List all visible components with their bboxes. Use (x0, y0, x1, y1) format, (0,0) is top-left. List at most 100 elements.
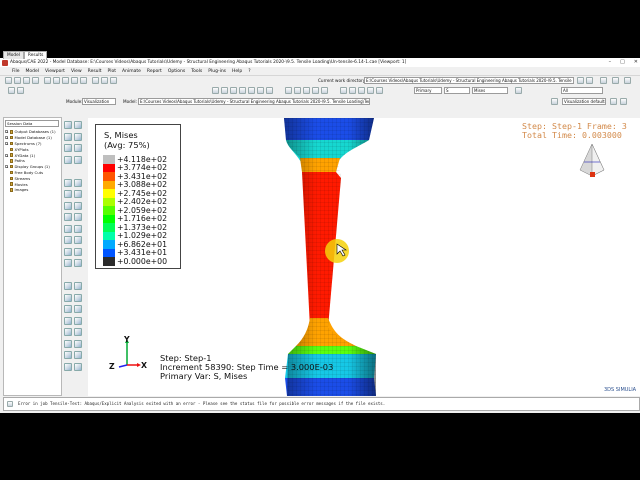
menu-plot[interactable]: Plot (108, 69, 116, 74)
zoom-box-icon[interactable] (71, 77, 78, 84)
expand-icon[interactable] (5, 183, 8, 186)
toolbox-tool-icon[interactable] (74, 305, 82, 313)
toolbox-tool-icon[interactable] (74, 224, 82, 233)
toolbox-tool-icon[interactable] (64, 247, 72, 256)
pan-icon[interactable] (44, 77, 51, 84)
menu-result[interactable]: Result (88, 69, 102, 74)
render-icon[interactable] (92, 77, 99, 84)
home-icon[interactable] (586, 77, 593, 84)
plot-material-icon[interactable] (376, 87, 383, 94)
model-select[interactable]: E:\Courses Videos\Abaqus Tutorials\Udemy… (138, 98, 370, 105)
module-select[interactable]: Visualization (82, 98, 116, 105)
toolbox-tool-icon[interactable] (64, 282, 72, 290)
toolbox-tool-icon[interactable] (64, 190, 72, 198)
toolbox-tool-icon[interactable] (64, 293, 72, 302)
message-icon[interactable] (7, 401, 13, 407)
layers-icon[interactable] (110, 77, 117, 84)
view-bottom-icon[interactable] (239, 87, 246, 94)
vis-icon[interactable] (551, 98, 558, 105)
toolbox-tool-icon[interactable] (64, 236, 72, 244)
view-front-icon[interactable] (212, 87, 219, 94)
expand-icon[interactable]: + (5, 141, 9, 145)
query-icon[interactable] (600, 77, 607, 84)
plot-undeformed-icon[interactable] (340, 87, 347, 94)
toolbox-tool-icon[interactable] (74, 339, 82, 348)
toolbox-tool-icon[interactable] (74, 132, 82, 141)
minimize-icon[interactable]: – (609, 59, 612, 65)
vis-defaults-select[interactable]: Visualization defaults (562, 98, 606, 105)
menu-viewport[interactable]: Viewport (45, 69, 65, 74)
toolbox-tool-icon[interactable] (64, 305, 72, 313)
expand-icon[interactable] (5, 188, 8, 191)
tab-model[interactable]: Model (3, 51, 24, 59)
toolbox-tool-icon[interactable] (64, 351, 72, 359)
menu-animate[interactable]: Animate (122, 69, 141, 74)
plot-contours-icon[interactable] (358, 87, 365, 94)
toolbox-tool-icon[interactable] (64, 362, 72, 371)
menu-file[interactable]: File (12, 69, 20, 74)
new-icon[interactable] (5, 77, 12, 84)
menu-help[interactable]: Help (232, 69, 242, 74)
open-icon[interactable] (14, 77, 21, 84)
view-right-icon[interactable] (257, 87, 264, 94)
view-top-icon[interactable] (230, 87, 237, 94)
toolbox-tool-icon[interactable] (64, 132, 72, 141)
anim-play-icon[interactable] (303, 87, 310, 94)
toolbox-tool-icon[interactable] (64, 121, 72, 129)
toolbox-tool-icon[interactable] (74, 316, 82, 325)
toolbox-tool-icon[interactable] (64, 213, 72, 221)
toolbox-tool-icon[interactable] (74, 155, 82, 164)
toolbox-tool-icon[interactable] (74, 178, 82, 187)
print-icon[interactable] (32, 77, 39, 84)
anim-first-icon[interactable] (285, 87, 292, 94)
tab-results[interactable]: Results (23, 51, 48, 59)
view-iso-icon[interactable] (266, 87, 273, 94)
close-icon[interactable]: ✕ (634, 59, 638, 65)
save-icon[interactable] (23, 77, 30, 84)
toolbox-tool-icon[interactable] (64, 328, 72, 336)
toolbox-tool-icon[interactable] (74, 293, 82, 302)
toolbox-tool-icon[interactable] (74, 282, 82, 290)
expand-icon[interactable]: + (5, 136, 9, 140)
view-left-icon[interactable] (248, 87, 255, 94)
menu-whatsthis[interactable]: ? (248, 69, 250, 74)
expand-icon[interactable] (5, 148, 8, 151)
expand-icon[interactable] (5, 171, 8, 174)
auto-fit-icon[interactable] (80, 77, 87, 84)
magnify-icon[interactable] (62, 77, 69, 84)
expand-icon[interactable]: + (5, 153, 9, 157)
all-select[interactable]: All (561, 87, 603, 94)
expand-icon[interactable]: + (5, 165, 9, 169)
toolbox-tool-icon[interactable] (74, 328, 82, 336)
tree-item[interactable]: Images (5, 187, 61, 193)
expand-icon[interactable] (5, 177, 8, 180)
step-prev-icon[interactable] (17, 87, 24, 94)
folder-icon[interactable] (577, 77, 584, 84)
anim-prev-icon[interactable] (294, 87, 301, 94)
toolbox-tool-icon[interactable] (64, 316, 72, 325)
toolbox-tool-icon[interactable] (74, 236, 82, 244)
toolbox-tool-icon[interactable] (74, 201, 82, 210)
primary-select[interactable]: Primary (414, 87, 442, 94)
toolbox-tool-icon[interactable] (74, 259, 82, 267)
toolbox-tool-icon[interactable] (74, 121, 82, 129)
toolbox-tool-icon[interactable] (74, 362, 82, 371)
color-code-icon[interactable] (610, 98, 617, 105)
toolbox-tool-icon[interactable] (74, 351, 82, 359)
step-first-icon[interactable] (8, 87, 15, 94)
toolbox-tool-icon[interactable] (64, 224, 72, 233)
toolbox-tool-icon[interactable] (74, 144, 82, 152)
toolbox-tool-icon[interactable] (74, 190, 82, 198)
maximize-icon[interactable]: □ (620, 59, 625, 65)
perspective-icon[interactable] (101, 77, 108, 84)
anim-last-icon[interactable] (321, 87, 328, 94)
plot-symbols-icon[interactable] (367, 87, 374, 94)
toolbox-tool-icon[interactable] (64, 339, 72, 348)
rotate-icon[interactable] (53, 77, 60, 84)
view-cube-icon[interactable] (579, 143, 605, 177)
toolbox-tool-icon[interactable] (64, 201, 72, 210)
menu-model[interactable]: Model (26, 69, 40, 74)
view-back-icon[interactable] (221, 87, 228, 94)
toolbox-tool-icon[interactable] (74, 213, 82, 221)
menu-options[interactable]: Options (168, 69, 185, 74)
